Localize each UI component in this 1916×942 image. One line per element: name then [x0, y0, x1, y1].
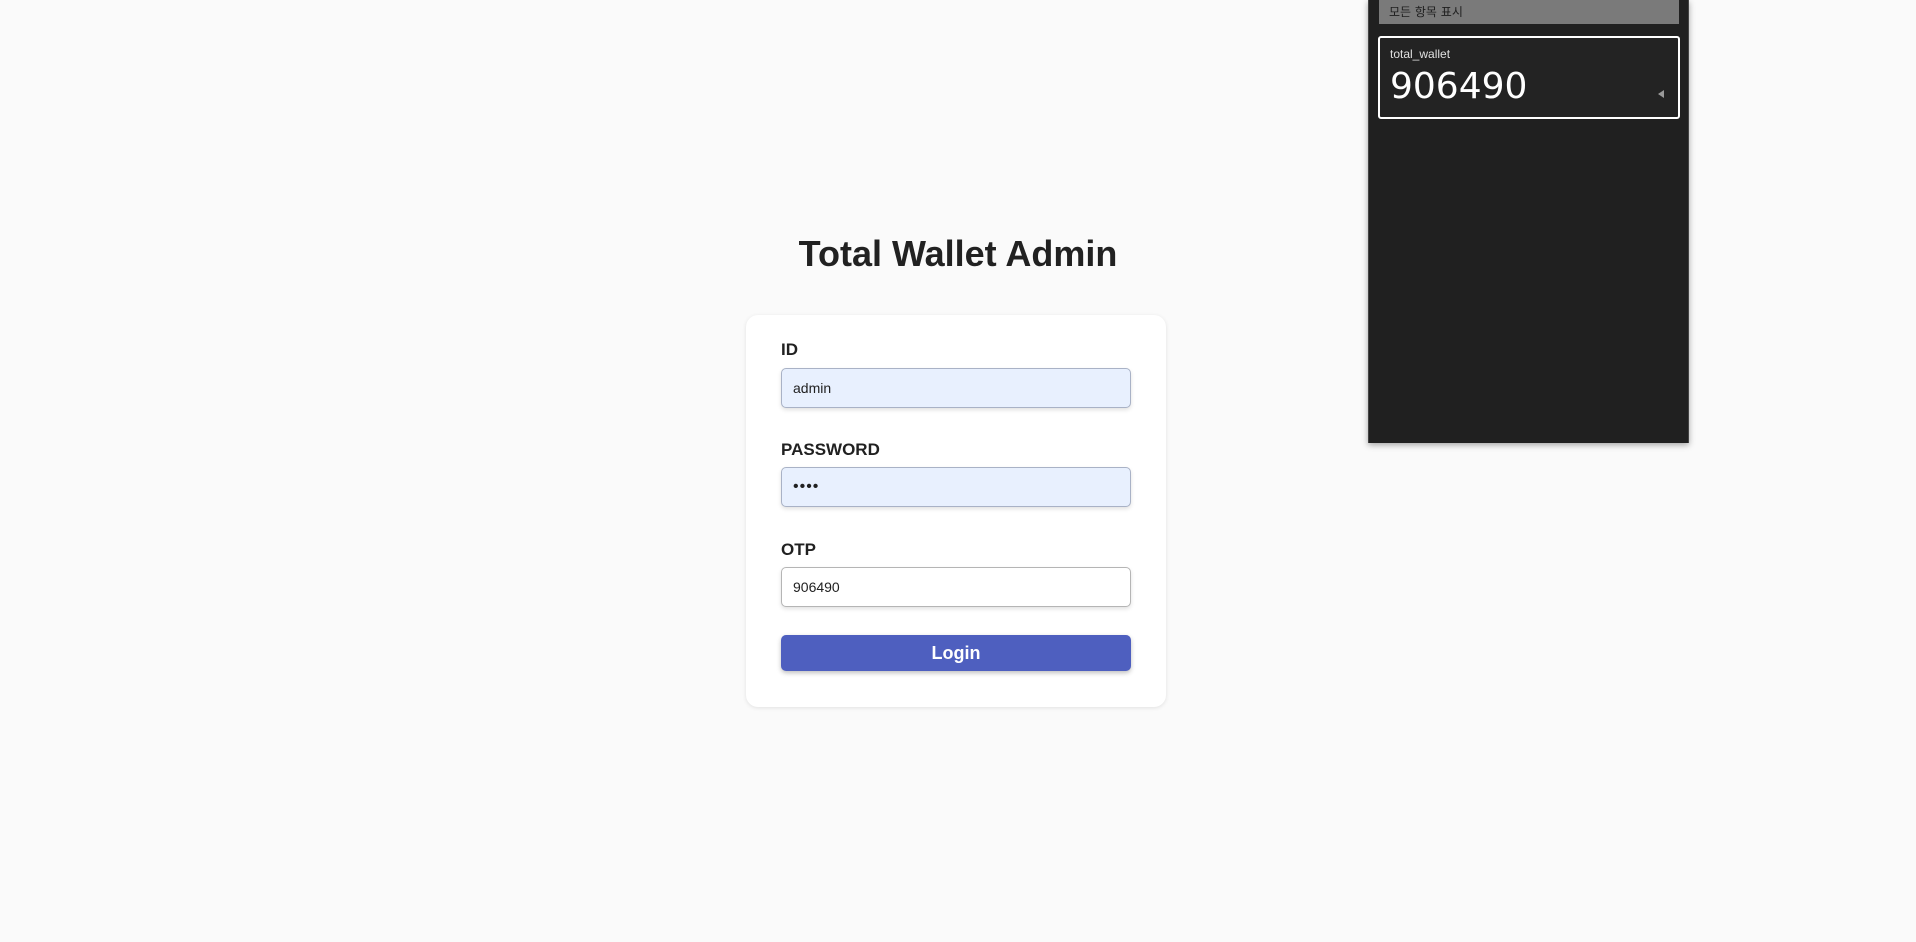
entry-value: 906490 [1390, 66, 1528, 107]
login-card: ID PASSWORD OTP Login [746, 315, 1166, 707]
password-input[interactable] [781, 467, 1131, 507]
id-label: ID [781, 340, 798, 359]
otp-label: OTP [781, 540, 816, 559]
chevron-left-icon [1658, 90, 1664, 98]
autofill-entry[interactable]: total_wallet 906490 [1378, 36, 1680, 119]
entry-username: total_wallet [1390, 47, 1451, 61]
password-label: PASSWORD [781, 440, 880, 459]
autofill-popup: 모든 항목 표시 total_wallet 906490 [1368, 0, 1689, 443]
id-input[interactable] [781, 368, 1131, 408]
login-button[interactable]: Login [781, 635, 1131, 671]
show-all-items-button[interactable]: 모든 항목 표시 [1379, 0, 1679, 24]
otp-input[interactable] [781, 567, 1131, 607]
login-page: Total Wallet Admin ID PASSWORD OTP Login… [0, 0, 1916, 942]
